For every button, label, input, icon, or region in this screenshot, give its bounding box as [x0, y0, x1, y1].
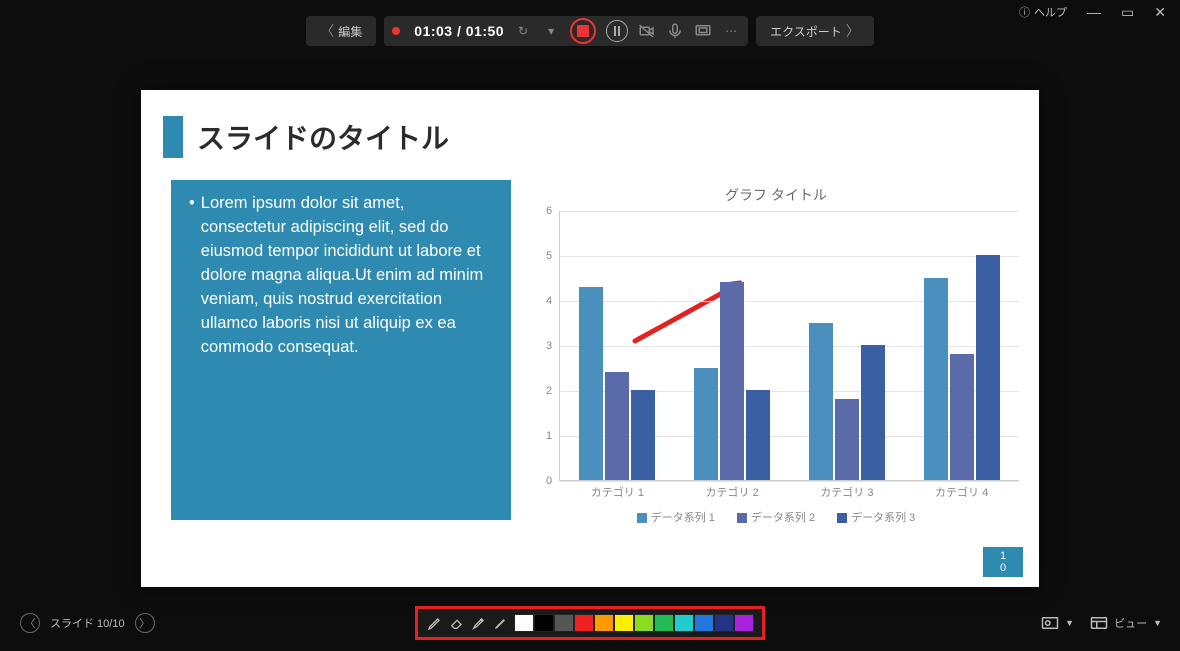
chart-bar — [605, 372, 629, 480]
chart-category-label: カテゴリ 4 — [904, 484, 1019, 500]
color-swatch[interactable] — [574, 614, 594, 632]
chart-y-tick: 2 — [546, 385, 552, 397]
chart-bars: カテゴリ 1カテゴリ 2カテゴリ 3カテゴリ 4 — [560, 211, 1019, 480]
view-controls: ▼ ビュー ▼ — [1041, 615, 1162, 631]
chart-category-label: カテゴリ 1 — [560, 484, 675, 500]
prev-slide-button[interactable]: 〈 — [20, 613, 40, 633]
chart-bar — [809, 323, 833, 481]
color-swatch[interactable] — [554, 614, 574, 632]
edit-label: 編集 — [338, 23, 362, 40]
slide-nav: 〈 スライド 10/10 〉 — [20, 613, 155, 633]
export-button[interactable]: エクスポート 〉 — [756, 16, 874, 46]
color-swatch[interactable] — [634, 614, 654, 632]
marker-tool-icon[interactable] — [492, 614, 510, 632]
color-swatch[interactable] — [714, 614, 734, 632]
annotation-tool-tray — [415, 606, 765, 640]
chart-bar — [579, 287, 603, 481]
color-swatch[interactable] — [594, 614, 614, 632]
chart-bar — [976, 255, 1000, 480]
pen-tool-icon[interactable] — [426, 614, 444, 632]
chart-bar — [694, 368, 718, 481]
chart-y-tick: 1 — [546, 430, 552, 442]
chart-legend-item: データ系列 3 — [837, 509, 915, 525]
color-swatch[interactable] — [654, 614, 674, 632]
chart-plot-area: 0123456カテゴリ 1カテゴリ 2カテゴリ 3カテゴリ 4 — [559, 211, 1019, 481]
chart-gridline — [560, 481, 1019, 482]
chart-y-tick: 5 — [546, 250, 552, 262]
slide-canvas: スライドのタイトル • Lorem ipsum dolor sit amet, … — [141, 90, 1039, 587]
eraser-tool-icon[interactable] — [448, 614, 466, 632]
chart-y-tick: 3 — [546, 340, 552, 352]
chart-legend-item: データ系列 1 — [637, 509, 715, 525]
slide-counter: スライド 10/10 — [50, 615, 125, 631]
more-icon[interactable]: ⋯ — [722, 22, 740, 40]
color-swatch[interactable] — [734, 614, 754, 632]
chart-bar — [746, 390, 770, 480]
chart-bar — [835, 399, 859, 480]
chart: グラフ タイトル 0123456カテゴリ 1カテゴリ 2カテゴリ 3カテゴリ 4… — [531, 185, 1021, 545]
legend-swatch — [837, 513, 847, 523]
bullet-text: Lorem ipsum dolor sit amet, consectetur … — [201, 192, 493, 359]
stop-button[interactable] — [570, 18, 596, 44]
color-swatch[interactable] — [614, 614, 634, 632]
chart-legend: データ系列 1 データ系列 2 データ系列 3 — [531, 509, 1021, 525]
chevron-down-icon: ▼ — [1153, 618, 1162, 628]
color-swatches — [514, 614, 754, 632]
redo-icon[interactable]: ↻ — [514, 22, 532, 40]
chart-legend-item: データ系列 2 — [737, 509, 815, 525]
chart-category: カテゴリ 2 — [675, 211, 790, 480]
chart-title: グラフ タイトル — [531, 185, 1021, 205]
chevron-down-icon: ▼ — [1065, 618, 1074, 628]
chart-bar — [924, 278, 948, 481]
slide-body-box: • Lorem ipsum dolor sit amet, consectetu… — [171, 180, 511, 520]
dropdown-icon[interactable]: ▾ — [542, 22, 560, 40]
chevron-left-icon: 〈 — [320, 21, 334, 41]
legend-swatch — [737, 513, 747, 523]
view-label: ビュー — [1114, 615, 1147, 631]
chart-y-tick: 6 — [546, 205, 552, 217]
record-indicator — [392, 24, 404, 38]
chart-category-label: カテゴリ 2 — [675, 484, 790, 500]
chart-category: カテゴリ 3 — [790, 211, 905, 480]
edit-mode-button[interactable]: 〈 編集 — [306, 16, 376, 46]
color-swatch[interactable] — [694, 614, 714, 632]
chart-bar — [861, 345, 885, 480]
chart-y-tick: 4 — [546, 295, 552, 307]
color-swatch[interactable] — [534, 614, 554, 632]
view-mode-button[interactable]: ビュー ▼ — [1090, 615, 1162, 631]
presenter-view-button[interactable]: ▼ — [1041, 616, 1074, 630]
chevron-right-icon: 〉 — [846, 21, 860, 41]
bottom-bar: 〈 スライド 10/10 〉 ▼ ビュー ▼ — [0, 595, 1180, 651]
next-slide-button[interactable]: 〉 — [135, 613, 155, 633]
mic-icon[interactable] — [666, 22, 684, 40]
chart-category: カテゴリ 1 — [560, 211, 675, 480]
chart-y-tick: 0 — [546, 475, 552, 487]
bullet-item: • Lorem ipsum dolor sit amet, consectetu… — [189, 192, 493, 359]
chart-category: カテゴリ 4 — [904, 211, 1019, 480]
color-swatch[interactable] — [674, 614, 694, 632]
slide-page-number: 1 0 — [983, 547, 1023, 577]
chart-category-label: カテゴリ 3 — [790, 484, 905, 500]
screen-icon[interactable] — [694, 22, 712, 40]
time-display: 01:03 / 01:50 — [414, 23, 504, 39]
top-toolbar: 〈 編集 01:03 / 01:50 ↻ ▾ ⋯ エクスポート 〉 — [0, 14, 1180, 48]
recording-controls: 01:03 / 01:50 ↻ ▾ ⋯ — [384, 16, 748, 46]
slide-title-area: スライドのタイトル — [163, 116, 449, 158]
bullet-dot-icon: • — [189, 192, 195, 359]
highlighter-tool-icon[interactable] — [470, 614, 488, 632]
chart-bar — [950, 354, 974, 480]
chart-bar — [631, 390, 655, 480]
legend-swatch — [637, 513, 647, 523]
export-label: エクスポート — [770, 23, 842, 40]
slide-title: スライドのタイトル — [197, 117, 449, 157]
camera-off-icon[interactable] — [638, 22, 656, 40]
color-swatch[interactable] — [514, 614, 534, 632]
pause-button[interactable] — [606, 20, 628, 42]
chart-bar — [720, 282, 744, 480]
title-accent-bar — [163, 116, 183, 158]
